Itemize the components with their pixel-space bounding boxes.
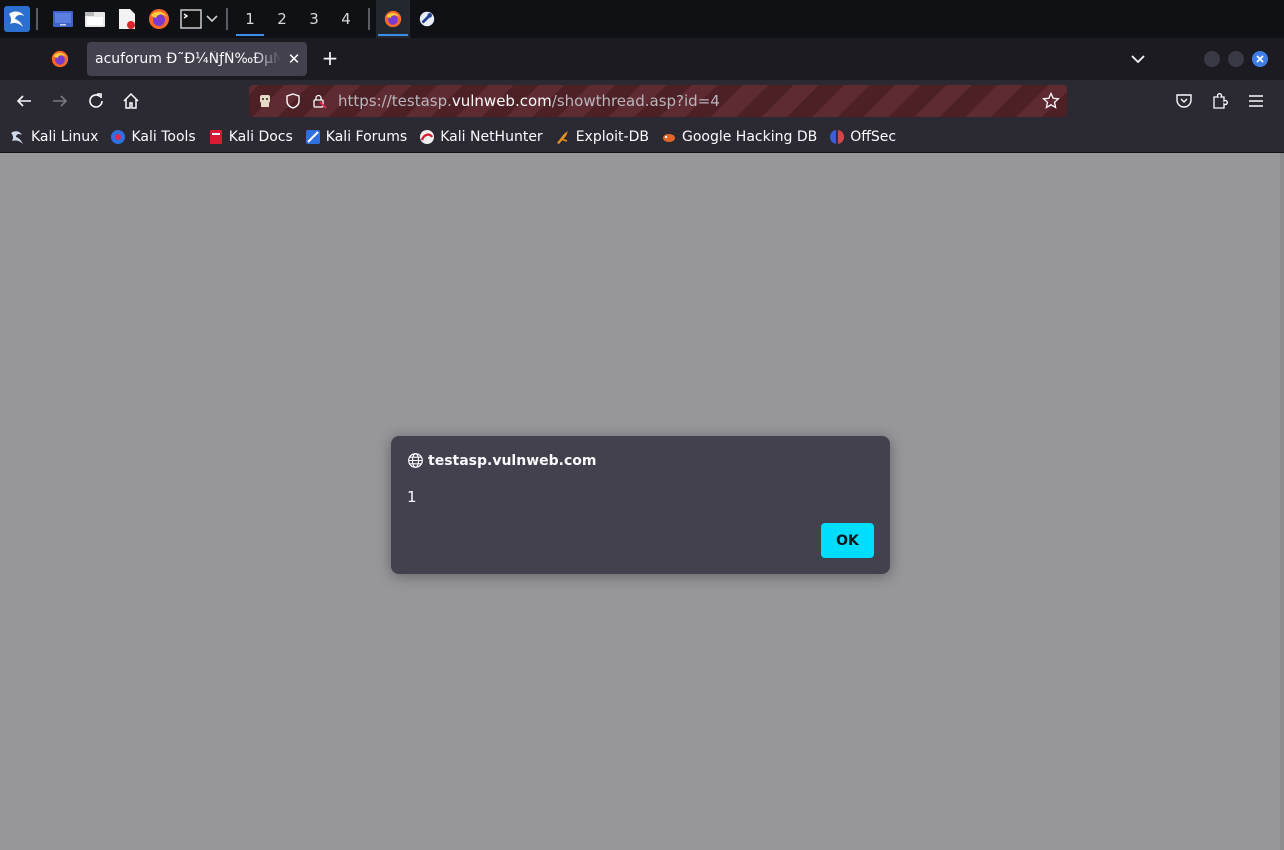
minimize-button[interactable]: [1204, 51, 1220, 67]
dialog-header: testasp.vulnweb.com: [407, 452, 596, 469]
desktop-icon[interactable]: [50, 6, 76, 32]
url-host: vulnweb.com: [451, 92, 552, 110]
tab-active[interactable]: acuforum Ð˜Ð¼ÑƒÑ‰ÐµÑ ✕: [87, 42, 307, 76]
workspace-3[interactable]: 3: [298, 0, 330, 38]
bookmark-kali-docs[interactable]: Kali Docs: [208, 129, 293, 145]
home-icon: [123, 92, 139, 109]
url-scheme: https://testasp.: [338, 92, 452, 110]
forward-button[interactable]: [48, 89, 72, 113]
new-tab-button[interactable]: +: [318, 46, 342, 70]
app-menu-button[interactable]: [1244, 89, 1268, 113]
panel-separator: [36, 8, 38, 30]
url-path: /showthread.asp?id=4: [551, 92, 720, 110]
hamburger-menu-icon: [1249, 95, 1263, 107]
url-text[interactable]: https://testasp.vulnweb.com/showthread.a…: [338, 92, 720, 110]
close-icon: [1256, 55, 1264, 63]
bookmarks-toolbar: Kali Linux Kali Tools Kali Docs Kali For…: [0, 122, 1284, 153]
bookmark-kali-forums[interactable]: Kali Forums: [305, 129, 407, 145]
kali-tools-icon: [110, 129, 126, 145]
globe-icon: [408, 453, 423, 468]
tracking-protection-shield-icon[interactable]: [285, 93, 301, 113]
bookmark-label: Kali NetHunter: [440, 129, 543, 145]
firefox-icon: [384, 10, 402, 28]
workspace-label: 2: [277, 10, 287, 28]
nethunter-icon: [419, 129, 435, 145]
pocket-button[interactable]: [1172, 89, 1196, 113]
window-close-button[interactable]: [1252, 51, 1268, 67]
dialog-origin: testasp.vulnweb.com: [428, 452, 597, 469]
workspace-label: 4: [341, 10, 351, 28]
taskbar-firefox-window[interactable]: [376, 0, 410, 38]
url-bar[interactable]: https://testasp.vulnweb.com/showthread.a…: [249, 85, 1067, 117]
workspace-label: 3: [309, 10, 319, 28]
taskbar-kali-app-window[interactable]: [410, 0, 444, 38]
back-button[interactable]: [12, 89, 36, 113]
bookmark-star-icon[interactable]: [1042, 91, 1060, 114]
chevron-down-icon: [1131, 55, 1145, 64]
forward-arrow-icon: [53, 95, 68, 107]
insecure-lock-icon[interactable]: [311, 93, 327, 113]
bookmark-label: Kali Forums: [325, 129, 408, 145]
alert-dialog: testasp.vulnweb.com 1 OK: [391, 436, 890, 574]
firefox-icon[interactable]: [146, 6, 172, 32]
offsec-icon: [829, 129, 845, 145]
workspace-label: 1: [245, 10, 255, 28]
browser-tab-strip: acuforum Ð˜Ð¼ÑƒÑ‰ÐµÑ ✕ +: [0, 38, 1284, 80]
kali-docs-icon: [208, 129, 224, 145]
kali-menu-icon[interactable]: [4, 6, 30, 32]
firefox-view-tab[interactable]: [40, 42, 80, 76]
home-button[interactable]: [119, 89, 143, 113]
text-editor-icon[interactable]: [114, 6, 140, 32]
pocket-icon: [1176, 94, 1192, 108]
bookmark-label: Kali Linux: [31, 129, 99, 145]
exploitdb-icon: [555, 129, 571, 145]
bookmark-offsec[interactable]: OffSec: [829, 129, 896, 145]
page-right-edge: [1280, 153, 1284, 850]
chevron-down-icon[interactable]: [204, 6, 220, 32]
puzzle-icon: [1213, 93, 1228, 109]
dialog-message: 1: [407, 488, 417, 506]
bookmark-exploit-db[interactable]: Exploit-DB: [555, 129, 649, 145]
navigation-toolbar: https://testasp.vulnweb.com/showthread.a…: [0, 80, 1284, 122]
terminal-icon[interactable]: [178, 6, 204, 32]
panel-separator: [368, 8, 370, 30]
bookmark-label: Exploit-DB: [575, 129, 649, 145]
kali-app-icon: [419, 11, 435, 27]
panel-separator: [226, 8, 228, 30]
extensions-button[interactable]: [1208, 89, 1232, 113]
reload-button[interactable]: [84, 89, 108, 113]
reload-icon: [89, 93, 103, 108]
bookmark-kali-tools[interactable]: Kali Tools: [110, 129, 196, 145]
workspace-1[interactable]: 1: [234, 0, 266, 38]
bookmark-label: Kali Tools: [131, 129, 196, 145]
kali-dragon-icon: [10, 129, 26, 145]
bookmark-kali-linux[interactable]: Kali Linux: [10, 129, 98, 145]
bookmark-kali-nethunter[interactable]: Kali NetHunter: [419, 129, 543, 145]
kali-panel: 1 2 3 4: [0, 0, 1284, 38]
remote-control-robot-icon: [257, 93, 273, 113]
ghdb-icon: [661, 129, 677, 145]
bookmark-label: Kali Docs: [228, 129, 293, 145]
bookmark-label: OffSec: [850, 129, 897, 145]
bookmark-google-hacking-db[interactable]: Google Hacking DB: [661, 129, 817, 145]
maximize-button[interactable]: [1228, 51, 1244, 67]
file-manager-icon[interactable]: [82, 6, 108, 32]
tab-close-button[interactable]: ✕: [285, 50, 303, 68]
bookmark-label: Google Hacking DB: [681, 129, 818, 145]
workspace-4[interactable]: 4: [330, 0, 362, 38]
firefox-icon: [51, 50, 69, 68]
list-all-tabs-button[interactable]: [1126, 47, 1150, 71]
kali-forums-icon: [305, 129, 321, 145]
tab-title: acuforum Ð˜Ð¼ÑƒÑ‰ÐµÑ: [95, 51, 281, 67]
back-arrow-icon: [16, 95, 31, 107]
workspace-2[interactable]: 2: [266, 0, 298, 38]
ok-button[interactable]: OK: [821, 523, 874, 558]
